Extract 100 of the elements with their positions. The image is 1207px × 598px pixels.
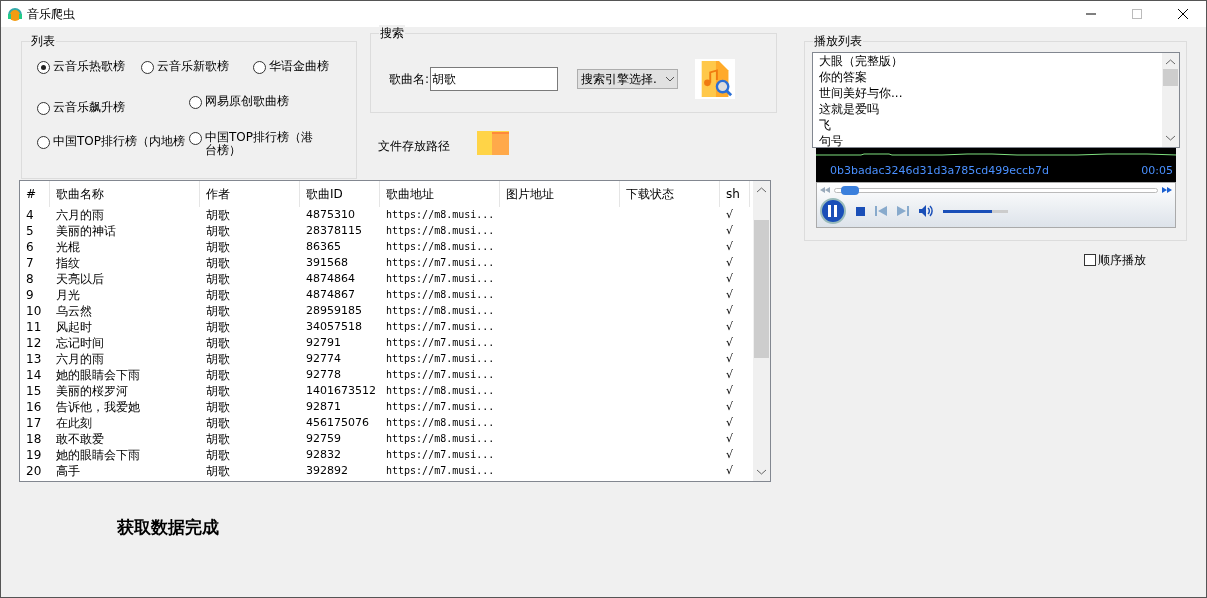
column-header[interactable]: 作者 [200, 181, 300, 207]
track-time: 00:05 [1141, 164, 1173, 178]
playlist-item[interactable]: 句号 [819, 133, 1162, 147]
group-title: 播放列表 [813, 33, 863, 49]
table-cell-text: 胡歌 [205, 335, 231, 351]
table-cell-text: √ [725, 319, 733, 335]
table-cell-text: 8 [25, 271, 35, 287]
table-cell-text: https://m8.musi... [385, 288, 496, 302]
table-cell-text: 胡歌 [205, 287, 231, 303]
rewind-icon [820, 187, 830, 193]
radio-button[interactable] [189, 132, 202, 145]
column-header[interactable]: # [20, 181, 50, 207]
radio-button[interactable] [37, 61, 50, 74]
table-cell-text: 34057518 [305, 319, 363, 335]
column-header[interactable]: 歌曲名称 [50, 181, 200, 207]
table-cell-text: 92774 [305, 351, 342, 367]
radio-option[interactable]: 云音乐新歌榜 [141, 60, 253, 74]
scrollbar-thumb[interactable] [754, 220, 769, 358]
column-header[interactable]: 歌曲ID [300, 181, 380, 207]
table-cell-text: 16 [25, 399, 43, 415]
table-cell-text: 12 [25, 335, 43, 351]
music-search-button[interactable] [695, 59, 736, 99]
radio-button[interactable] [37, 102, 50, 115]
chevron-down-icon [666, 76, 675, 82]
playlist-item[interactable]: 大眼（完整版） [819, 53, 1162, 69]
table-cell-text: 19 [25, 447, 43, 463]
table-cell-text: 11 [25, 319, 43, 335]
table-cell-text: 4874864 [305, 271, 356, 287]
column-header[interactable]: 歌曲地址 [380, 181, 500, 207]
group-title: 列表 [30, 33, 56, 49]
table-cell-text: https://m8.musi... [385, 432, 496, 446]
table-cell-text: 20 [25, 463, 43, 479]
scroll-up-icon[interactable] [1166, 59, 1175, 65]
playlist-item[interactable]: 你的答案 [819, 69, 1162, 85]
sequential-play-checkbox[interactable]: 顺序播放 [1084, 251, 1187, 269]
playlist-item[interactable]: 这就是爱吗 [819, 101, 1162, 117]
playlist-item[interactable]: 世间美好与你... [819, 85, 1162, 101]
column-header[interactable]: 下载状态 [620, 181, 720, 207]
radio-option[interactable]: 云音乐飙升榜 [37, 101, 189, 115]
table-cell-text: √ [725, 351, 733, 367]
table-cell-text: 天亮以后 [55, 271, 105, 287]
radio-option[interactable]: 云音乐热歌榜 [37, 60, 141, 74]
table-cell-text: √ [725, 447, 733, 463]
table-cell-text: 4875310 [305, 207, 356, 223]
table-cell-text: 9 [25, 287, 35, 303]
table-cell-text: https://m8.musi... [385, 240, 496, 254]
volume-icon [919, 205, 933, 217]
playlist-item[interactable]: 飞 [819, 117, 1162, 133]
stop-button[interactable] [856, 206, 865, 216]
table-cell-text: 胡歌 [205, 383, 231, 399]
table-cell-text: √ [725, 207, 733, 223]
radio-button[interactable] [37, 136, 50, 149]
table-cell-text: 92832 [305, 447, 342, 463]
seek-thumb[interactable] [840, 185, 859, 195]
table-cell-text: 92791 [305, 335, 342, 351]
column-header[interactable]: sh [720, 181, 750, 207]
table-cell-text: 告诉他，我爱她 [55, 399, 141, 415]
status-text: 获取数据完成 [117, 516, 220, 539]
table-cell-text: https://m8.musi... [385, 208, 496, 222]
table-cell-text: https://m7.musi... [385, 352, 496, 366]
table-cell-text: 胡歌 [205, 463, 231, 479]
engine-dropdown[interactable]: 搜索引擎选择. [577, 69, 679, 89]
group-title: 搜索 [379, 25, 405, 41]
table-cell-text: 14 [25, 367, 43, 383]
table-cell-text: 胡歌 [205, 319, 231, 335]
table-cell-text: 92759 [305, 431, 342, 447]
scroll-down-icon[interactable] [1166, 135, 1175, 141]
table-cell-text: 4 [25, 207, 35, 223]
scrollbar-thumb[interactable] [1163, 69, 1178, 86]
table-cell-text: √ [725, 223, 733, 239]
table-cell-text: 胡歌 [205, 223, 231, 239]
radio-option[interactable]: 华语金曲榜 [253, 60, 353, 74]
scroll-up-icon[interactable] [757, 187, 766, 193]
radio-option[interactable]: 中国TOP排行榜（港台榜） [189, 131, 319, 157]
radio-option[interactable]: 网易原创歌曲榜 [189, 95, 289, 115]
table-cell-text: 15 [25, 383, 43, 399]
radio-button[interactable] [253, 61, 266, 74]
table-cell-text: 86365 [305, 239, 342, 255]
table-cell-text: 胡歌 [205, 239, 231, 255]
table-cell-text: https://m7.musi... [385, 368, 496, 382]
table-cell-text: 六月的雨 [55, 351, 105, 367]
table-cell-text: √ [725, 271, 733, 287]
maximize-icon [1132, 9, 1142, 19]
table-cell-text: 391568 [305, 255, 349, 271]
column-header[interactable]: 图片地址 [500, 181, 620, 207]
pause-button[interactable] [820, 198, 846, 224]
table-cell-text: √ [725, 399, 733, 415]
radio-button[interactable] [189, 96, 202, 109]
pause-icon [828, 205, 838, 217]
checkbox[interactable] [1084, 254, 1096, 266]
table-cell-text: √ [725, 415, 733, 431]
song-name-field[interactable]: 胡歌 [430, 67, 559, 91]
seek-slider[interactable] [834, 187, 1158, 193]
volume-slider[interactable] [943, 209, 1008, 213]
radio-button[interactable] [141, 61, 154, 74]
table-cell-text: 13 [25, 351, 43, 367]
scroll-down-icon[interactable] [757, 469, 766, 475]
table-cell-text: √ [725, 463, 733, 479]
radio-option[interactable]: 中国TOP排行榜（内地榜 [37, 135, 189, 149]
table-cell-text: 乌云然 [55, 303, 93, 319]
